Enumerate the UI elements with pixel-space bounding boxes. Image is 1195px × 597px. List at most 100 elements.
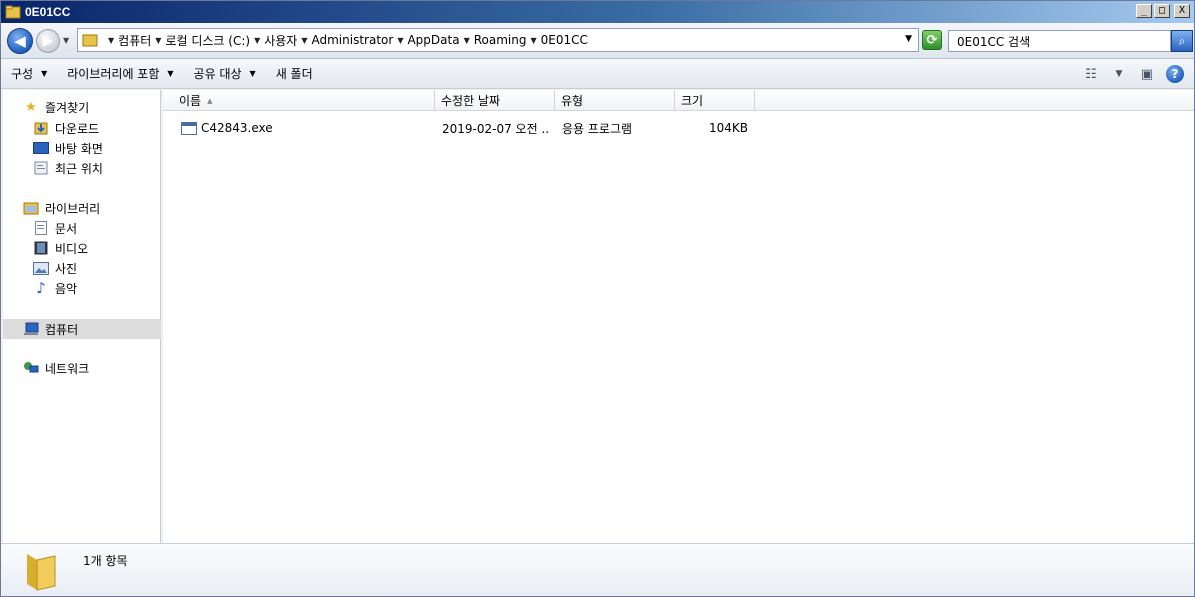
chevron-down-icon[interactable]: ▼ [155, 36, 161, 45]
nav-item-label: 문서 [55, 221, 78, 236]
picture-icon [33, 260, 49, 276]
breadcrumb-appdata[interactable]: AppData [407, 33, 459, 47]
help-icon[interactable]: ? [1166, 65, 1184, 83]
nav-computer[interactable]: 컴퓨터 [3, 319, 161, 339]
recent-pages-dropdown[interactable]: ▼ [63, 36, 69, 45]
chevron-down-icon[interactable]: ▼ [1110, 66, 1128, 82]
breadcrumb-current[interactable]: 0E01CC [541, 33, 588, 47]
nav-item-recent-places[interactable]: 최근 위치 [3, 158, 161, 178]
item-count: 1개 항목 [83, 554, 128, 568]
nav-item-label: 음악 [55, 281, 78, 296]
nav-network[interactable]: 네트워크 [3, 358, 161, 378]
desktop-icon [33, 140, 49, 156]
share-with-button[interactable]: 공유 대상 ▼ [184, 59, 266, 89]
file-type-cell: 응용 프로그램 [562, 121, 633, 136]
search-input[interactable]: 0E01CC 검색 [948, 30, 1171, 52]
organize-button[interactable]: 구성 ▼ [1, 59, 57, 89]
preview-pane-icon[interactable]: ▣ [1138, 66, 1156, 82]
back-button[interactable]: ◀ [7, 28, 33, 54]
details-pane: 1개 항목 [1, 543, 1194, 596]
folder-icon [5, 5, 21, 19]
nav-favorites[interactable]: ★ 즐겨찾기 [3, 97, 161, 117]
chevron-down-icon[interactable]: ▼ [530, 36, 536, 45]
column-type-label: 유형 [561, 94, 584, 108]
address-bar[interactable]: ▼ 컴퓨터 ▼ 로컬 디스크 (C:) ▼ 사용자 ▼ Administrato… [77, 28, 919, 52]
close-button[interactable]: X [1174, 4, 1190, 18]
column-header-name[interactable]: 이름 ▲ [173, 90, 435, 111]
chevron-down-icon: ▼ [167, 69, 174, 78]
address-row: ◀ ▶ ▼ ▼ 컴퓨터 ▼ 로컬 디스크 (C:) ▼ 사용자 ▼ Admini… [1, 23, 1194, 59]
maximize-button[interactable]: □ [1154, 4, 1170, 18]
command-bar: 구성 ▼ 라이브러리에 포함 ▼ 공유 대상 ▼ 새 폴더 ☷ ▼ ▣ ? [1, 59, 1194, 89]
column-modified-label: 수정한 날짜 [441, 94, 501, 108]
folder-icon [82, 34, 98, 47]
nav-item-music[interactable]: ♪ 음악 [3, 278, 161, 298]
document-icon [33, 220, 49, 236]
chevron-down-icon[interactable]: ▼ [301, 36, 307, 45]
column-size-label: 크기 [681, 94, 704, 108]
arrow-right-icon: ▶ [42, 33, 54, 49]
toolbar-right: ☷ ▼ ▣ ? [1082, 65, 1184, 83]
minimize-button[interactable]: _ [1136, 4, 1152, 18]
star-icon: ★ [25, 99, 37, 115]
nav-item-desktop[interactable]: 바탕 화면 [3, 138, 161, 158]
explorer-window: 0E01CC _ □ X ◀ ▶ ▼ ▼ 컴퓨터 ▼ 로컬 디스크 (C:) ▼… [0, 0, 1195, 597]
nav-item-label: 비디오 [55, 241, 89, 256]
breadcrumb-roaming[interactable]: Roaming [474, 33, 527, 47]
forward-button[interactable]: ▶ [36, 29, 60, 53]
share-with-label: 공유 대상 [193, 67, 242, 81]
nav-item-videos[interactable]: 비디오 [3, 238, 161, 258]
file-list[interactable]: 이름 ▲ 수정한 날짜 유형 크기 C42843.exe 2019-02-07 … [163, 90, 1194, 543]
navigation-pane: ★ 즐겨찾기 다운로드 바탕 화면 최근 위치 라이브러리 문서 비디오 사진 … [3, 90, 161, 543]
nav-libraries[interactable]: 라이브러리 [3, 198, 161, 218]
column-name-label: 이름 [179, 94, 202, 108]
file-name-cell[interactable]: C42843.exe [181, 118, 435, 138]
nav-item-label: 최근 위치 [55, 161, 103, 176]
address-dropdown-icon[interactable]: ▼ [905, 34, 912, 44]
organize-label: 구성 [11, 67, 34, 81]
column-header-type[interactable]: 유형 [555, 90, 675, 111]
column-header-size[interactable]: 크기 [675, 90, 755, 111]
recent-places-icon [33, 160, 49, 176]
nav-libraries-label: 라이브러리 [45, 201, 101, 216]
search-button[interactable]: ⌕ [1171, 30, 1193, 52]
video-icon [33, 240, 49, 256]
music-icon: ♪ [36, 279, 46, 297]
new-folder-button[interactable]: 새 폴더 [266, 59, 323, 89]
arrow-left-icon: ◀ [14, 32, 26, 50]
breadcrumb-administrator[interactable]: Administrator [312, 33, 394, 47]
chevron-down-icon: ▼ [41, 69, 48, 78]
nav-item-documents[interactable]: 문서 [3, 218, 161, 238]
nav-item-label: 다운로드 [55, 121, 100, 136]
breadcrumb-local-disk[interactable]: 로컬 디스크 (C:) [165, 32, 250, 49]
file-size-cell: 104KB [708, 121, 748, 135]
chevron-down-icon[interactable]: ▼ [254, 36, 260, 45]
nav-item-label: 바탕 화면 [55, 141, 103, 156]
window-title: 0E01CC [25, 5, 71, 19]
computer-icon [23, 321, 39, 337]
view-options-icon[interactable]: ☷ [1082, 66, 1100, 82]
title-bar[interactable]: 0E01CC _ □ X [1, 1, 1194, 23]
column-header-modified[interactable]: 수정한 날짜 [435, 90, 555, 111]
refresh-button[interactable]: ⟳ [922, 30, 942, 50]
chevron-down-icon[interactable]: ▼ [397, 36, 403, 45]
include-in-library-button[interactable]: 라이브러리에 포함 ▼ [57, 59, 183, 89]
nav-item-label: 사진 [55, 261, 78, 276]
nav-network-label: 네트워크 [45, 361, 90, 376]
new-folder-label: 새 폴더 [275, 67, 313, 81]
table-row[interactable]: C42843.exe 2019-02-07 오전 ... 응용 프로그램 104… [163, 118, 1194, 138]
breadcrumb-computer[interactable]: 컴퓨터 [118, 32, 151, 49]
breadcrumb-users[interactable]: 사용자 [264, 32, 297, 49]
file-modified-cell: 2019-02-07 오전 ... [442, 121, 550, 136]
nav-item-pictures[interactable]: 사진 [3, 258, 161, 278]
nav-item-downloads[interactable]: 다운로드 [3, 118, 161, 138]
chevron-down-icon[interactable]: ▼ [108, 36, 114, 45]
chevron-down-icon: ▼ [249, 69, 256, 78]
nav-favorites-label: 즐겨찾기 [45, 100, 90, 115]
refresh-icon: ⟳ [926, 32, 938, 48]
search-icon: ⌕ [1178, 33, 1186, 48]
chevron-down-icon[interactable]: ▼ [464, 36, 470, 45]
include-library-label: 라이브러리에 포함 [67, 67, 160, 81]
network-icon [23, 360, 39, 376]
file-name: C42843.exe [201, 121, 273, 135]
